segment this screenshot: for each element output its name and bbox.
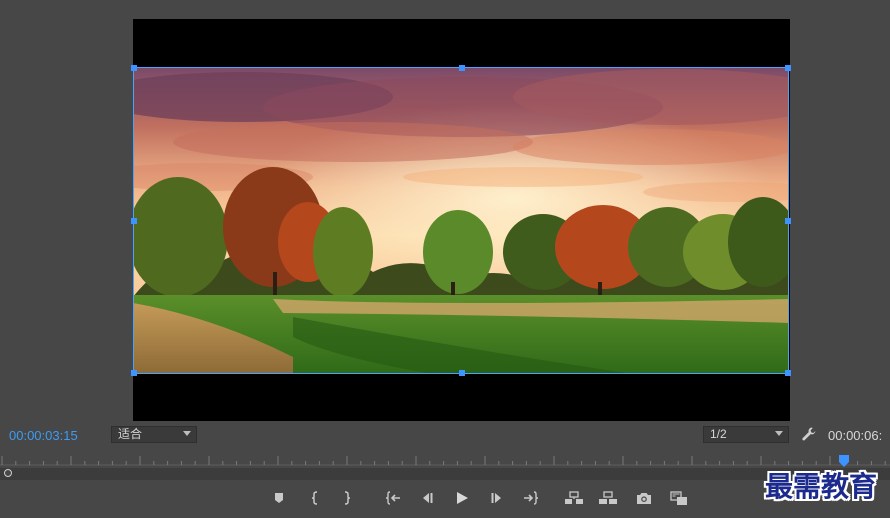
go-to-out-icon [524,491,539,505]
camera-icon [637,492,651,504]
comparison-view-button[interactable] [669,489,689,507]
playback-resolution-select[interactable]: 1/2 [703,426,789,443]
mark-in-button[interactable] [305,489,325,507]
time-ruler[interactable] [0,452,890,466]
chevron-down-icon [775,431,783,436]
step-forward-button[interactable] [487,489,507,507]
comparison-view-icon [670,490,687,505]
zoom-scroll-bar[interactable] [0,468,890,480]
settings-wrench-icon[interactable] [801,426,817,442]
extract-button[interactable] [598,489,618,507]
play-icon [457,492,468,504]
handle-middle-left[interactable] [131,218,137,224]
handle-bottom-right[interactable] [785,370,791,376]
video-frame[interactable] [133,67,789,374]
lift-button[interactable] [564,489,584,507]
program-monitor: 00:00:03:15 适合 1/2 00:00:06: 最需教育 [0,0,890,518]
zoom-level-select[interactable]: 适合 [111,426,197,443]
extract-icon [599,491,617,504]
playback-resolution-value: 1/2 [710,427,727,441]
handle-bottom-center[interactable] [459,370,465,376]
go-to-in-button[interactable] [383,489,403,507]
export-frame-button[interactable] [634,489,654,507]
zoom-scroll-handle[interactable] [4,469,12,477]
handle-top-center[interactable] [459,65,465,71]
step-back-button[interactable] [417,489,437,507]
add-marker-button[interactable] [269,489,289,507]
handle-middle-right[interactable] [785,218,791,224]
mark-out-button[interactable] [337,489,357,507]
current-timecode[interactable]: 00:00:03:15 [9,428,78,443]
playhead-marker[interactable] [838,455,850,468]
step-back-icon [423,493,433,503]
lift-icon [565,491,583,504]
go-to-in-icon [385,491,400,505]
play-button[interactable] [452,489,472,507]
duration-timecode: 00:00:06: [828,428,883,443]
handle-top-left[interactable] [131,65,137,71]
mark-in-icon [311,491,318,505]
step-forward-icon [491,493,501,503]
handle-top-right[interactable] [785,65,791,71]
go-to-out-button[interactable] [521,489,541,507]
mark-out-icon [344,491,351,505]
zoom-level-value: 适合 [118,427,143,441]
watermark-logo: 最需教育 [765,470,878,503]
chevron-down-icon [183,431,191,436]
marker-icon [275,493,283,503]
handle-bottom-left[interactable] [131,370,137,376]
autumn-landscape-image [133,67,789,374]
